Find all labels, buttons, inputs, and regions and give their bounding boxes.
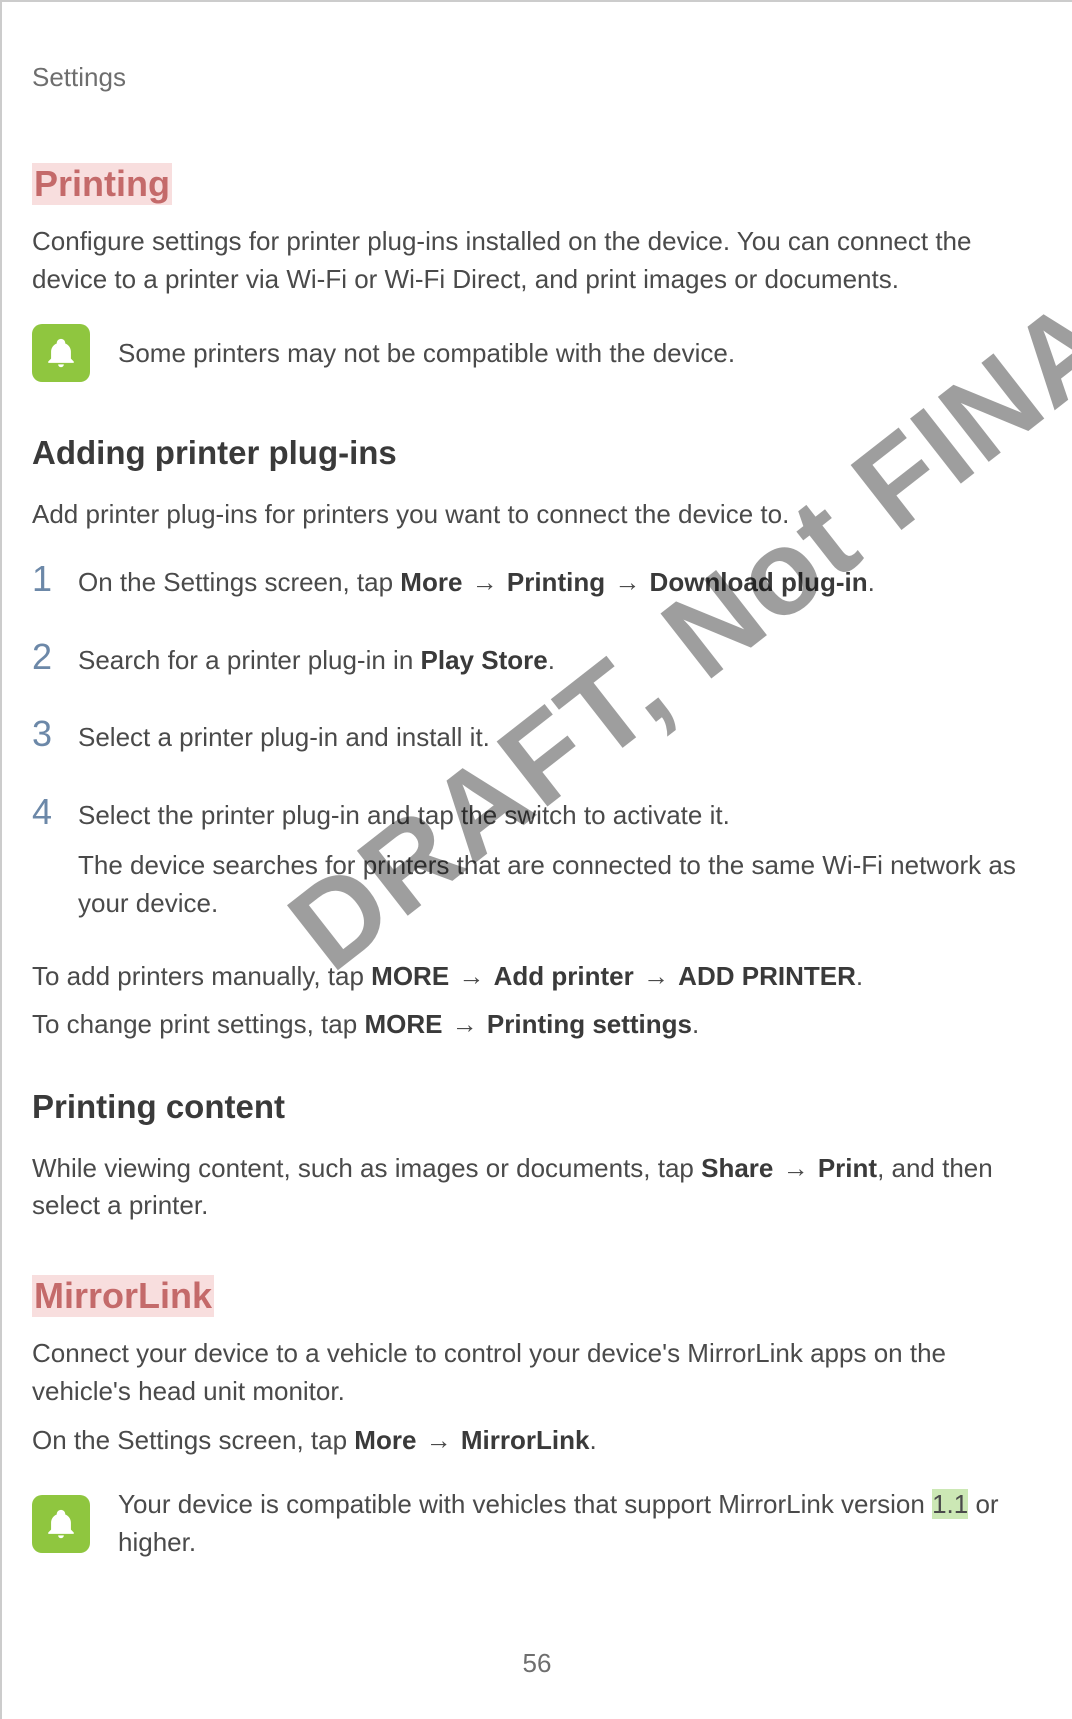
adding-intro: Add printer plug-ins for printers you wa… [32, 496, 1042, 534]
mirrorlink-intro: Connect your device to a vehicle to cont… [32, 1335, 1042, 1410]
mirrorlink-label: MirrorLink [461, 1425, 590, 1455]
printing-title: Printing [32, 163, 172, 205]
download-plugin-label: Download plug-in [650, 567, 868, 597]
more-label: MORE [364, 1009, 442, 1039]
text: . [548, 645, 555, 675]
manual-add-text: To add printers manually, tap MORE → Add… [32, 958, 1042, 996]
text: . [868, 567, 875, 597]
mirrorlink-note-row: Your device is compatible with vehicles … [32, 1486, 1042, 1561]
step-number: 3 [32, 715, 58, 757]
printing-intro: Configure settings for printer plug-ins … [32, 223, 1042, 298]
header-label: Settings [32, 62, 1042, 93]
step-3: 3 Select a printer plug-in and install i… [32, 715, 1042, 757]
step-number: 4 [32, 793, 58, 922]
text: While viewing content, such as images or… [32, 1153, 701, 1183]
text: . [589, 1425, 596, 1455]
step-number: 2 [32, 638, 58, 680]
step-body: On the Settings screen, tap More → Print… [78, 560, 875, 602]
section-mirrorlink: MirrorLink Connect your device to a vehi… [32, 1275, 1042, 1561]
change-settings-text: To change print settings, tap MORE → Pri… [32, 1006, 1042, 1044]
arrow-icon: → [605, 567, 649, 597]
add-printer-caps-label: ADD PRINTER [678, 961, 856, 991]
mirrorlink-path: On the Settings screen, tap More → Mirro… [32, 1422, 1042, 1460]
printing-content-text: While viewing content, such as images or… [32, 1150, 1042, 1225]
page: Settings Printing Configure settings for… [0, 0, 1072, 1719]
text: Search for a printer plug-in in [78, 645, 421, 675]
arrow-icon: → [442, 1009, 486, 1039]
arrow-icon: → [416, 1425, 460, 1455]
text: On the Settings screen, tap [32, 1425, 354, 1455]
text: Select the printer plug-in and tap the s… [78, 797, 1042, 835]
section-printing: Printing Configure settings for printer … [32, 163, 1042, 1225]
step-body: Search for a printer plug-in in Play Sto… [78, 638, 555, 680]
step-1: 1 On the Settings screen, tap More → Pri… [32, 560, 1042, 602]
page-number: 56 [2, 1648, 1072, 1679]
more-label: More [354, 1425, 416, 1455]
step-2: 2 Search for a printer plug-in in Play S… [32, 638, 1042, 680]
step-number: 1 [32, 560, 58, 602]
more-label: MORE [371, 961, 449, 991]
bell-icon [32, 324, 90, 382]
more-label: More [400, 567, 462, 597]
text: The device searches for printers that ar… [78, 847, 1042, 922]
print-label: Print [818, 1153, 877, 1183]
step-body: Select a printer plug-in and install it. [78, 715, 490, 757]
step-body: Select the printer plug-in and tap the s… [78, 793, 1042, 922]
version-highlight: 1.1 [932, 1489, 968, 1519]
arrow-icon: → [449, 961, 493, 991]
arrow-icon: → [462, 567, 506, 597]
add-printer-label: Add printer [494, 961, 634, 991]
printing-settings-label: Printing settings [487, 1009, 692, 1039]
text: On the Settings screen, tap [78, 567, 400, 597]
printing-content-heading: Printing content [32, 1088, 1042, 1126]
text: Your device is compatible with vehicles … [118, 1489, 932, 1519]
text: . [692, 1009, 699, 1039]
adding-heading: Adding printer plug-ins [32, 434, 1042, 472]
printing-note-text: Some printers may not be compatible with… [118, 335, 735, 373]
printing-note-row: Some printers may not be compatible with… [32, 324, 1042, 382]
bell-icon [32, 1495, 90, 1553]
text: . [856, 961, 863, 991]
arrow-icon: → [773, 1153, 817, 1183]
step-4: 4 Select the printer plug-in and tap the… [32, 793, 1042, 922]
share-label: Share [701, 1153, 773, 1183]
text: To change print settings, tap [32, 1009, 364, 1039]
arrow-icon: → [634, 961, 678, 991]
mirrorlink-note-text: Your device is compatible with vehicles … [118, 1486, 1042, 1561]
mirrorlink-title: MirrorLink [32, 1275, 214, 1317]
text: To add printers manually, tap [32, 961, 371, 991]
printing-label: Printing [507, 567, 605, 597]
play-store-label: Play Store [421, 645, 548, 675]
